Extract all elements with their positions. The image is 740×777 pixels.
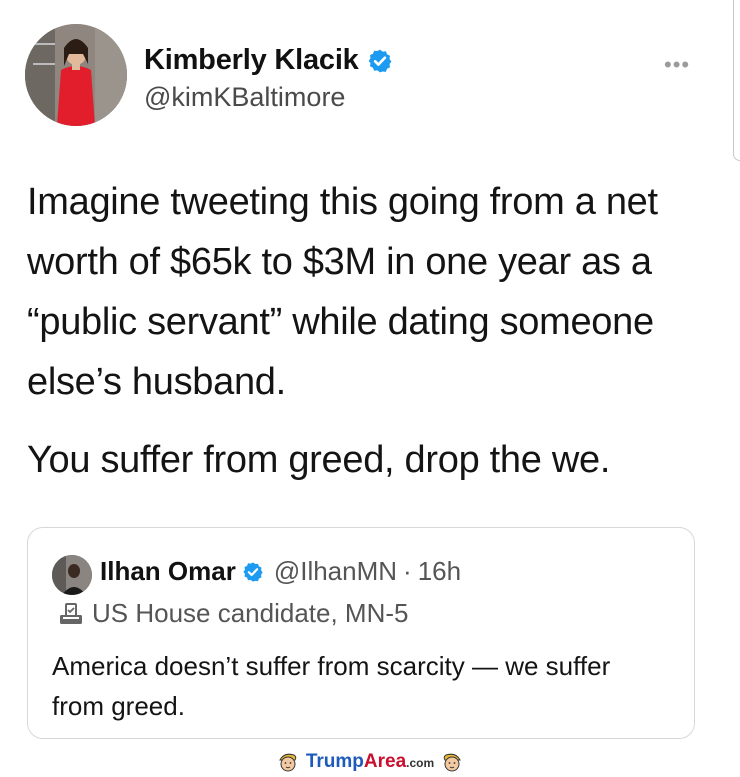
ballot-box-icon — [60, 602, 82, 624]
meta-separator: · — [403, 556, 412, 586]
watermark-brand: Trump — [305, 751, 364, 772]
author-name[interactable]: Kimberly Klacik — [144, 44, 393, 77]
window-edge — [733, 0, 740, 161]
tweet-paragraph: Imagine tweeting this going from a net w… — [27, 181, 658, 403]
more-options-icon[interactable]: ••• — [664, 52, 690, 78]
quoted-tweet-time[interactable]: 16h — [418, 556, 461, 587]
quoted-tweet-text: America doesn’t suffer from scarcity — w… — [52, 651, 611, 721]
candidate-label-text: US House candidate, MN-5 — [92, 598, 409, 628]
quoted-author-name[interactable]: Ilhan Omar — [100, 556, 236, 587]
watermark-tld: .com — [406, 756, 435, 770]
quoted-author-avatar[interactable] — [52, 555, 92, 595]
author-handle[interactable]: @kimKBaltimore — [144, 82, 345, 113]
tweet-text: Imagine tweeting this going from a net w… — [27, 172, 717, 490]
author-name-text[interactable]: Kimberly Klacik — [144, 44, 359, 77]
avatar-photo — [25, 24, 127, 126]
verified-badge-icon — [243, 561, 263, 582]
watermark-brand-accent: Area — [363, 751, 407, 772]
trump-face-icon — [443, 753, 461, 772]
verified-badge-icon — [368, 49, 391, 72]
quoted-tweet-header: Ilhan Omar @IlhanMN · 16h — [100, 556, 461, 587]
tweet-paragraph: You suffer from greed, drop the we. — [27, 439, 611, 481]
watermark: TrumpArea.com — [0, 748, 740, 776]
quoted-author-handle[interactable]: @IlhanMN — [274, 556, 397, 587]
author-avatar[interactable] — [25, 24, 127, 126]
quoted-tweet-card[interactable]: Ilhan Omar @IlhanMN · 16h US House candi… — [27, 527, 695, 739]
trump-face-icon — [279, 753, 297, 772]
candidate-label: US House candidate, MN-5 — [58, 598, 408, 629]
quoted-avatar-photo — [52, 555, 92, 595]
